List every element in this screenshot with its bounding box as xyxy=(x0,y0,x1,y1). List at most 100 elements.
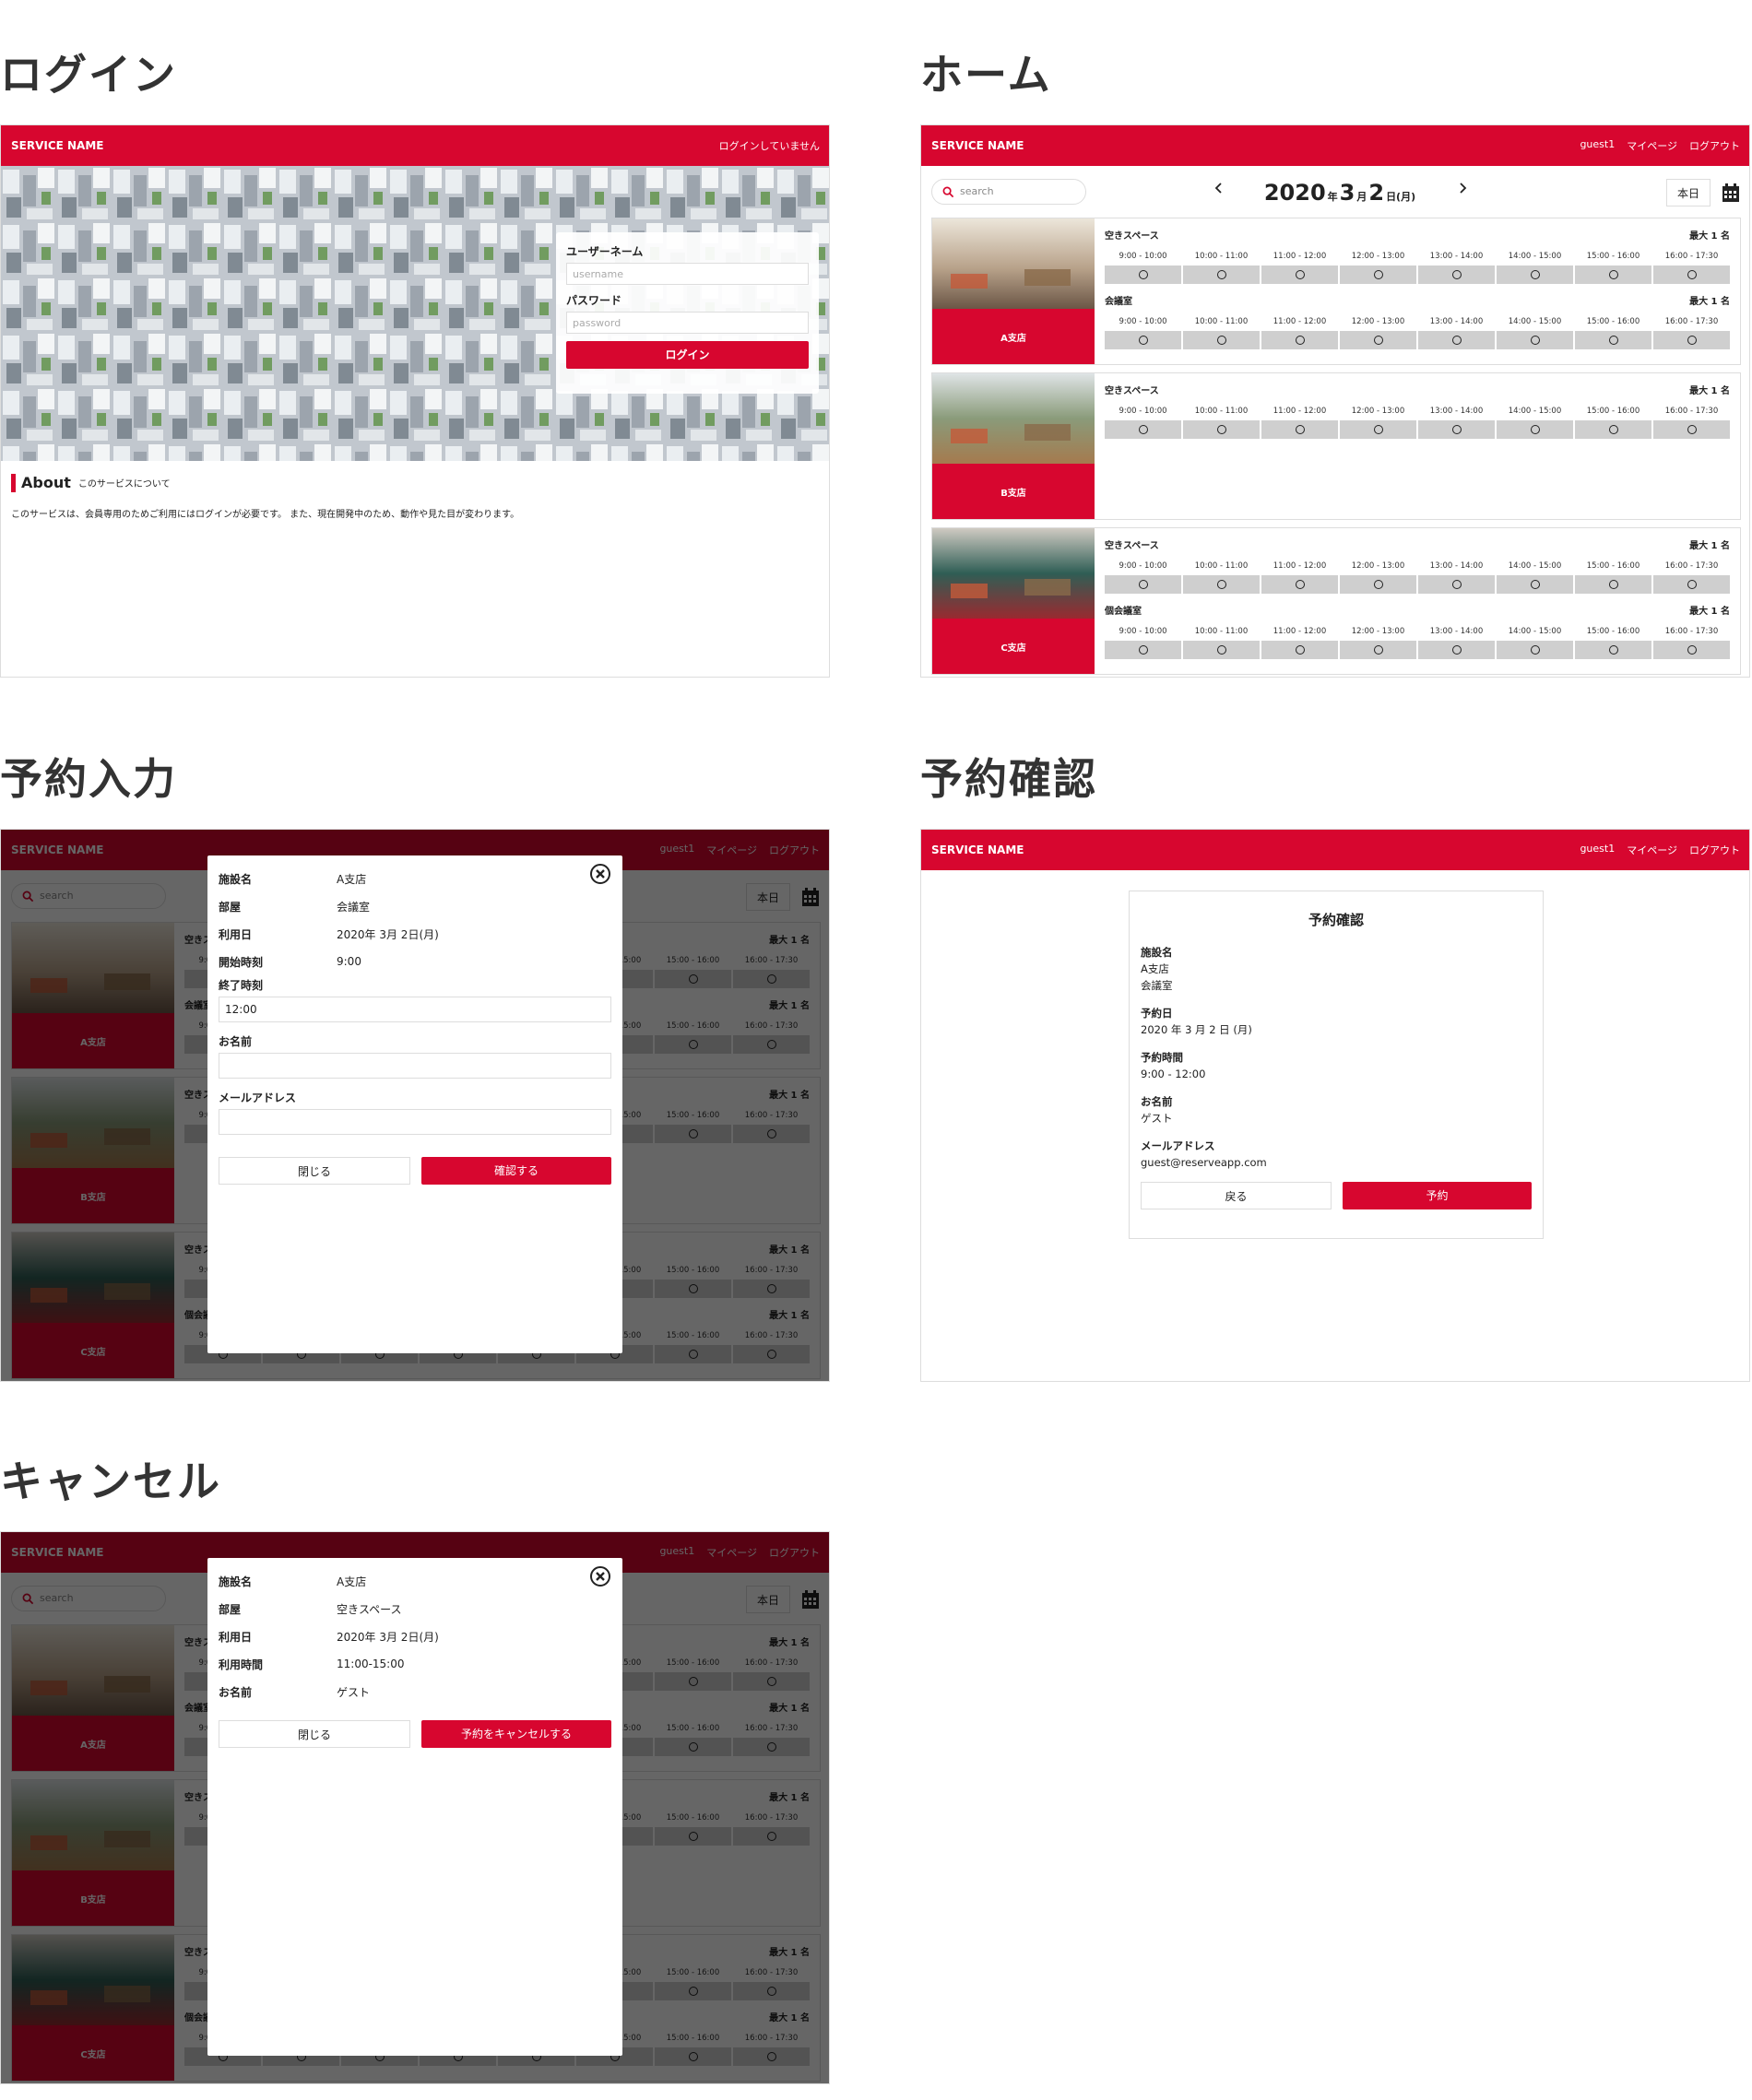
time-slot[interactable]: 14:00 - 15:00 xyxy=(1497,247,1573,284)
name-input[interactable] xyxy=(219,1053,611,1079)
time-slot[interactable]: 15:00 - 16:00 xyxy=(1575,402,1651,439)
email-input[interactable] xyxy=(219,1109,611,1135)
login-button[interactable]: ログイン xyxy=(566,341,809,369)
available-mark-icon xyxy=(1608,425,1618,434)
chevron-right-icon[interactable] xyxy=(1455,181,1470,195)
username-input[interactable]: username xyxy=(566,263,809,285)
brand-logo[interactable]: SERVICE NAME xyxy=(931,139,1024,152)
about-title: About xyxy=(21,474,71,491)
brand-logo[interactable]: SERVICE NAME xyxy=(11,139,103,152)
time-slot[interactable]: 9:00 - 10:00 xyxy=(1105,313,1181,349)
slot-time: 11:00 - 12:00 xyxy=(1261,622,1338,641)
close-button[interactable]: 閉じる xyxy=(219,1720,410,1748)
slot-time: 12:00 - 13:00 xyxy=(1340,622,1416,641)
logout-link[interactable]: ログアウト xyxy=(1689,138,1740,153)
about-accent-bar xyxy=(11,473,16,492)
end-time-input[interactable]: 12:00 xyxy=(219,997,611,1022)
available-mark-icon xyxy=(1451,580,1462,589)
time-slot[interactable]: 13:00 - 14:00 xyxy=(1418,557,1495,594)
time-slot[interactable]: 12:00 - 13:00 xyxy=(1340,622,1416,659)
branch-name[interactable]: C支店 xyxy=(932,619,1095,674)
time-slot[interactable]: 9:00 - 10:00 xyxy=(1105,402,1181,439)
close-button[interactable]: 閉じる xyxy=(219,1157,410,1185)
cancel-reservation-button[interactable]: 予約をキャンセルする xyxy=(421,1720,611,1748)
time-slot[interactable]: 15:00 - 16:00 xyxy=(1575,313,1651,349)
time-slot[interactable]: 12:00 - 13:00 xyxy=(1340,247,1416,284)
time-slot[interactable]: 12:00 - 13:00 xyxy=(1340,402,1416,439)
time-slot[interactable]: 11:00 - 12:00 xyxy=(1261,313,1338,349)
time-slot[interactable]: 13:00 - 14:00 xyxy=(1418,622,1495,659)
slot-time: 11:00 - 12:00 xyxy=(1261,557,1338,575)
time-slot[interactable]: 10:00 - 11:00 xyxy=(1183,557,1260,594)
brand-logo[interactable]: SERVICE NAME xyxy=(931,844,1024,856)
time-slot[interactable]: 10:00 - 11:00 xyxy=(1183,313,1260,349)
time-slot[interactable]: 12:00 - 13:00 xyxy=(1340,313,1416,349)
reserve-button[interactable]: 予約 xyxy=(1343,1182,1532,1209)
mypage-link[interactable]: マイページ xyxy=(1627,843,1677,857)
time-slot[interactable]: 15:00 - 16:00 xyxy=(1575,247,1651,284)
slot-time: 16:00 - 17:30 xyxy=(1653,402,1730,420)
time-slot[interactable]: 16:00 - 17:30 xyxy=(1653,557,1730,594)
time-slot[interactable]: 16:00 - 17:30 xyxy=(1653,313,1730,349)
confirm-button[interactable]: 確認する xyxy=(421,1157,611,1185)
available-mark-icon xyxy=(1687,645,1697,655)
time-slot[interactable]: 11:00 - 12:00 xyxy=(1261,622,1338,659)
time-slot[interactable]: 14:00 - 15:00 xyxy=(1497,557,1573,594)
section-title-cancel: キャンセル xyxy=(0,1457,221,1506)
time-label: 予約時間 xyxy=(1141,1051,1183,1064)
time-slot[interactable]: 10:00 - 11:00 xyxy=(1183,622,1260,659)
time-slot[interactable]: 14:00 - 15:00 xyxy=(1497,622,1573,659)
date-label: 予約日 xyxy=(1141,1007,1173,1020)
user-link[interactable]: guest1 xyxy=(1580,138,1615,153)
close-icon[interactable] xyxy=(589,863,611,885)
time-slot[interactable]: 14:00 - 15:00 xyxy=(1497,402,1573,439)
chevron-left-icon[interactable] xyxy=(1212,181,1226,195)
time-slot[interactable]: 11:00 - 12:00 xyxy=(1261,557,1338,594)
time-slot[interactable]: 16:00 - 17:30 xyxy=(1653,402,1730,439)
date-day-unit: 日(月) xyxy=(1386,191,1416,203)
time-slot[interactable]: 10:00 - 11:00 xyxy=(1183,247,1260,284)
available-mark-icon xyxy=(1608,645,1618,655)
time-slot[interactable]: 13:00 - 14:00 xyxy=(1418,313,1495,349)
current-date: 2020年3月2日(月) xyxy=(1264,180,1417,206)
time-value: 11:00-15:00 xyxy=(337,1658,405,1670)
date-label: 利用日 xyxy=(219,1630,253,1644)
available-mark-icon xyxy=(1451,645,1462,655)
email-value: guest@reserveapp.com xyxy=(1141,1156,1267,1169)
room-list: 空きスペース最大 1 名9:00 - 10:0010:00 - 11:0011:… xyxy=(1095,218,1740,364)
slot-time: 9:00 - 10:00 xyxy=(1105,247,1181,265)
time-slot[interactable]: 11:00 - 12:00 xyxy=(1261,247,1338,284)
name-label: お名前 xyxy=(219,1035,253,1048)
time-slot[interactable]: 11:00 - 12:00 xyxy=(1261,402,1338,439)
time-slot[interactable]: 10:00 - 11:00 xyxy=(1183,402,1260,439)
time-slot[interactable]: 9:00 - 10:00 xyxy=(1105,557,1181,594)
search-input[interactable]: search xyxy=(931,179,1086,205)
today-button[interactable]: 本日 xyxy=(1666,179,1711,206)
password-input[interactable]: password xyxy=(566,312,809,334)
slot-time: 11:00 - 12:00 xyxy=(1261,247,1338,265)
branch-name[interactable]: B支店 xyxy=(932,464,1095,519)
time-slot[interactable]: 9:00 - 10:00 xyxy=(1105,622,1181,659)
time-slot[interactable]: 15:00 - 16:00 xyxy=(1575,622,1651,659)
close-icon[interactable] xyxy=(589,1565,611,1587)
name-label: お名前 xyxy=(219,1685,253,1699)
time-slot[interactable]: 13:00 - 14:00 xyxy=(1418,247,1495,284)
time-slot[interactable]: 15:00 - 16:00 xyxy=(1575,557,1651,594)
branch-name[interactable]: A支店 xyxy=(932,309,1095,364)
back-button[interactable]: 戻る xyxy=(1141,1182,1332,1209)
time-slot[interactable]: 9:00 - 10:00 xyxy=(1105,247,1181,284)
mypage-link[interactable]: マイページ xyxy=(1627,138,1677,153)
slot-time: 12:00 - 13:00 xyxy=(1340,557,1416,575)
time-slot[interactable]: 16:00 - 17:30 xyxy=(1653,622,1730,659)
time-slot[interactable]: 13:00 - 14:00 xyxy=(1418,402,1495,439)
user-link[interactable]: guest1 xyxy=(1580,843,1615,857)
time-slot[interactable]: 16:00 - 17:30 xyxy=(1653,247,1730,284)
slot-time: 16:00 - 17:30 xyxy=(1653,313,1730,331)
time-slot[interactable]: 12:00 - 13:00 xyxy=(1340,557,1416,594)
slot-time: 16:00 - 17:30 xyxy=(1653,557,1730,575)
slot-time: 15:00 - 16:00 xyxy=(1575,313,1651,331)
time-slot[interactable]: 14:00 - 15:00 xyxy=(1497,313,1573,349)
logout-link[interactable]: ログアウト xyxy=(1689,843,1740,857)
room-row: 空きスペース 最大 1 名 9:00 - 10:0010:00 - 11:0011:… xyxy=(1105,383,1730,439)
calendar-icon[interactable] xyxy=(1722,183,1740,203)
